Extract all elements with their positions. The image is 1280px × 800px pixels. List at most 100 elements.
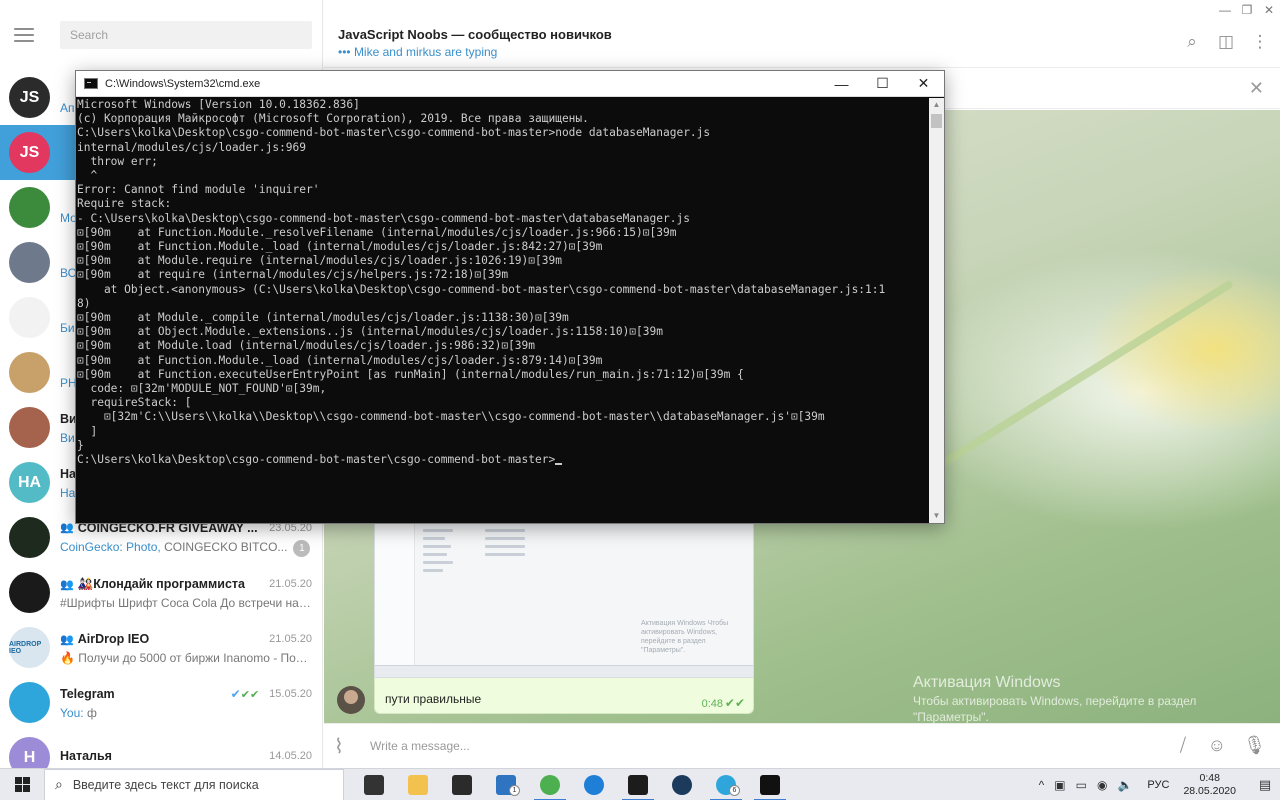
sidebar-toggle-icon[interactable]: ◫ — [1216, 32, 1236, 52]
activation-line: Чтобы активировать Windows, перейдите в … — [913, 694, 1197, 708]
cmd-line: 8) — [77, 296, 91, 310]
cmd-line: Require stack: — [77, 197, 172, 211]
cmd-window[interactable]: C:\Windows\System32\cmd.exe — ☐ ✕ Micros… — [75, 70, 945, 524]
taskbar-apps: 16 — [352, 769, 792, 800]
taskbar-app-telegram[interactable]: 6 — [704, 769, 748, 800]
taskbar-app-terminal[interactable] — [616, 769, 660, 800]
taskbar-app-task-view[interactable] — [352, 769, 396, 800]
scrollbar[interactable]: ▲ ▼ — [929, 98, 944, 523]
chat-title[interactable]: JavaScript Noobs — сообщество новичков — [338, 27, 612, 42]
tray-app-icon[interactable]: ▣ — [1054, 778, 1065, 792]
read-check-icon: ✔✔ — [240, 688, 260, 701]
taskbar-app-edge[interactable] — [572, 769, 616, 800]
microphone-icon[interactable]: 🎙 — [1243, 735, 1266, 756]
chat-date: 21.05.20 — [269, 633, 312, 645]
cmd-output[interactable]: Microsoft Windows [Version 10.0.18362.83… — [76, 98, 931, 523]
taskbar-app-chrome[interactable] — [528, 769, 572, 800]
chat-body: 👥 AirDrop IEO 21.05.20 🔥 Получи до 5000 от … — [60, 630, 312, 665]
chat-body: 👥 COINGECKO.FR GIVEAWAY ... 23.05.20 CoinGe… — [60, 519, 312, 557]
menu-icon[interactable] — [14, 28, 34, 42]
minimize-icon[interactable]: — — [1214, 0, 1236, 20]
cmd-titlebar[interactable]: C:\Windows\System32\cmd.exe — ☐ ✕ — [76, 71, 944, 97]
chat-item[interactable]: AIRDROP IEO 👥 AirDrop IEO 21.05.20 🔥 Получи … — [0, 620, 322, 675]
emoji-icon[interactable]: ☺ — [1208, 735, 1226, 756]
taskbar-app-store[interactable] — [440, 769, 484, 800]
taskbar-app-cmd[interactable] — [748, 769, 792, 800]
chat-item[interactable]: 👥 🎎Клондайк программиста 21.05.20 #Шрифты Ш… — [0, 565, 322, 620]
photo-line — [423, 545, 451, 548]
preview-text: На — [60, 486, 76, 500]
chat-item[interactable]: H Наталья 14.05.20 — [0, 730, 322, 768]
avatar — [9, 187, 50, 228]
clock[interactable]: 0:48 28.05.2020 — [1183, 772, 1236, 798]
console-icon — [84, 78, 98, 89]
close-icon[interactable]: ✕ — [903, 71, 944, 97]
taskbar-app-file-explorer[interactable] — [396, 769, 440, 800]
paperclip-icon[interactable]: ⌇ — [334, 734, 344, 759]
search-input[interactable] — [60, 21, 312, 49]
edge-icon — [584, 774, 604, 795]
taskbar-app-steam[interactable] — [660, 769, 704, 800]
chat-top: Telegram ✔ ✔✔ 15.05.20 — [60, 685, 312, 703]
photo-line — [423, 561, 453, 564]
activation-line: "Параметры". — [913, 710, 989, 724]
app-badge: 1 — [509, 784, 520, 796]
message-input[interactable] — [370, 734, 1130, 758]
preview-text: #Шрифты Шрифт Coca Cola До встречи на т.… — [60, 596, 312, 610]
typing-indicator: ••• Mike and mirkus are typing — [338, 45, 498, 59]
avatar — [9, 407, 50, 448]
command-icon[interactable]: ⧸ — [1180, 735, 1186, 756]
terminal-icon — [628, 774, 648, 795]
clock-time: 0:48 — [1199, 772, 1220, 784]
taskbar-app-mail[interactable]: 1 — [484, 769, 528, 800]
photo-line — [485, 537, 525, 540]
taskbar-search-input[interactable] — [72, 777, 323, 792]
scroll-up-icon[interactable]: ▲ — [929, 98, 944, 112]
chat-body: Наталья 14.05.20 — [60, 747, 312, 768]
start-button[interactable] — [0, 769, 44, 800]
restore-icon[interactable]: ❐ — [1236, 0, 1258, 20]
tray-chevron-icon[interactable]: ^ — [1039, 778, 1045, 792]
notification-icon[interactable]: ▤ — [1250, 777, 1280, 793]
preview-sender: CoinGecko: Photo, — [60, 539, 161, 554]
volume-icon[interactable]: 🔈 — [1117, 778, 1132, 792]
cmd-line: at Object.<anonymous> (C:\Users\kolka\De… — [77, 282, 886, 296]
message-text: пути правильные — [385, 692, 482, 706]
maximize-icon[interactable]: ☐ — [862, 71, 903, 97]
message-photo[interactable]: Активация Windows Чтобы активировать Win… — [374, 522, 754, 678]
close-icon[interactable]: ✕ — [1258, 0, 1280, 20]
battery-icon[interactable]: ▭ — [1076, 778, 1087, 792]
photo-line — [485, 545, 525, 548]
cmd-icon — [760, 774, 780, 795]
scroll-down-icon[interactable]: ▼ — [929, 509, 944, 523]
chat-name: AirDrop IEO — [77, 632, 150, 646]
chat-item[interactable]: Telegram ✔ ✔✔ 15.05.20 You: ф — [0, 675, 322, 730]
cmd-line: ⊡[90m at Object.Module._extensions..js (… — [77, 325, 663, 339]
chat-date: 21.05.20 — [269, 578, 312, 590]
preview-text: Би — [60, 321, 75, 335]
taskbar: ⌕ 16 ^ ▣ ▭ ◉ 🔈 РУС 0:48 28.05.2020 ▤ — [0, 768, 1280, 800]
cmd-line: ⊡[90m at Function.Module._load (internal… — [77, 353, 603, 367]
app-badge: 6 — [729, 784, 740, 796]
cmd-line: code: ⊡[32m'MODULE_NOT_FOUND'⊡[39m, — [77, 382, 327, 396]
preview-sender: You: — [60, 706, 84, 720]
chat-top: 👥 AirDrop IEO 21.05.20 — [60, 630, 312, 648]
cmd-title: C:\Windows\System32\cmd.exe — [105, 77, 261, 90]
message-bubble[interactable]: пути правильные 0:48 ✔✔ — [374, 678, 754, 714]
taskbar-search[interactable]: ⌕ — [44, 768, 344, 800]
scroll-thumb[interactable] — [931, 114, 942, 128]
cmd-line: ] — [77, 424, 98, 438]
more-icon[interactable]: ⋮ — [1250, 32, 1270, 52]
language-indicator[interactable]: РУС — [1147, 779, 1169, 791]
chat-preview: You: ф — [60, 706, 312, 720]
unread-badge: 1 — [293, 539, 311, 557]
network-icon[interactable]: ◉ — [1097, 778, 1107, 792]
sender-avatar[interactable] — [337, 686, 365, 714]
cmd-line: ⊡[32m'C:\\Users\\kolka\\Desktop\\csgo-co… — [77, 410, 825, 424]
search-icon[interactable]: ⌕ — [1182, 32, 1202, 52]
minimize-icon[interactable]: — — [821, 71, 862, 97]
compose-bar: ⌇ ⧸ ☺ 🎙 — [324, 723, 1280, 768]
chat-header: JavaScript Noobs — сообщество новичков •… — [324, 0, 1280, 68]
chat-preview: #Шрифты Шрифт Coca Cola До встречи на т.… — [60, 596, 312, 610]
close-icon[interactable]: ✕ — [1249, 78, 1264, 99]
